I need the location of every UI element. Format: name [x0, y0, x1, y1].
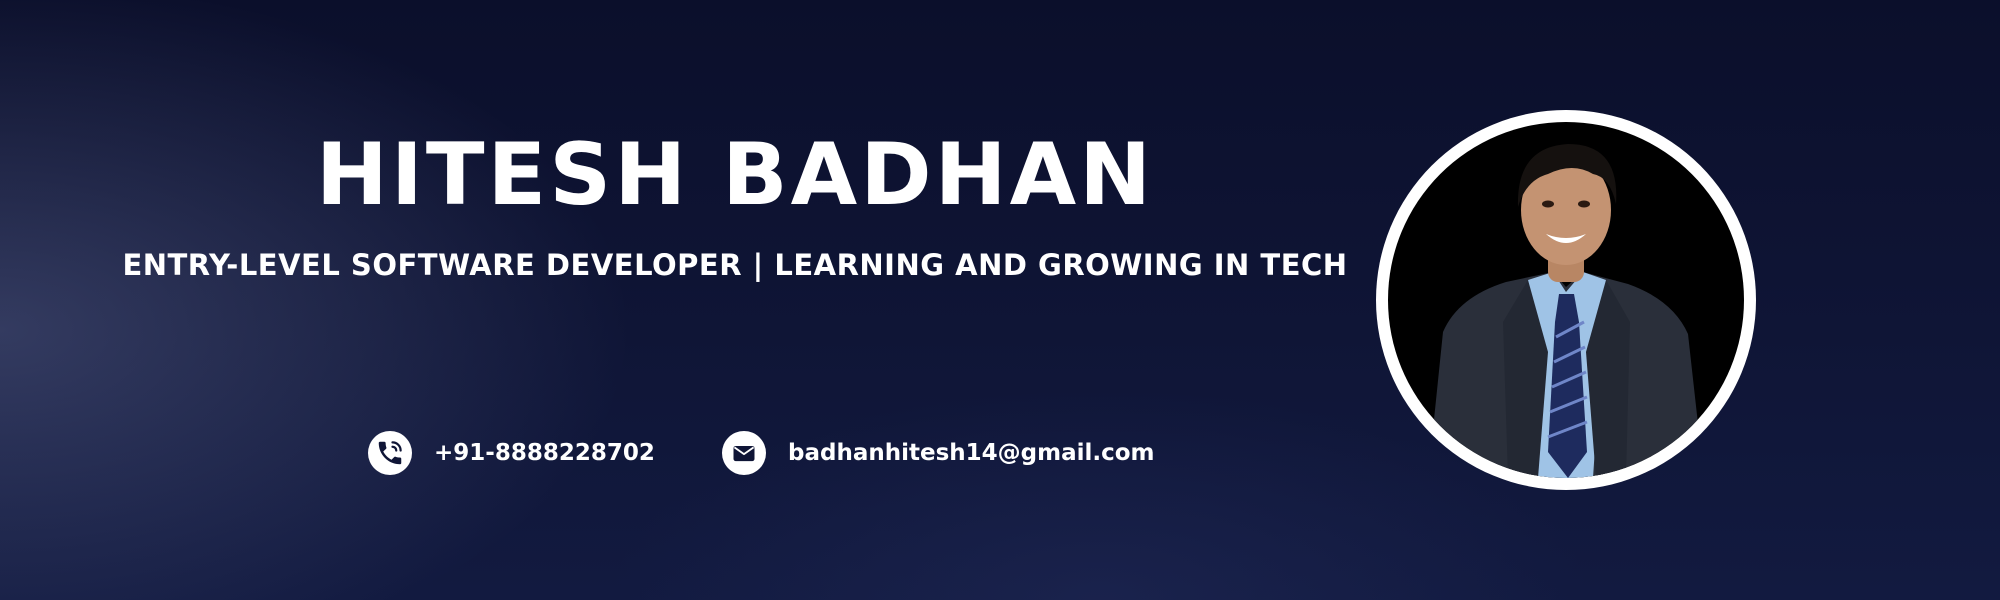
phone-icon: [368, 431, 412, 475]
email-contact[interactable]: badhanhitesh14@gmail.com: [722, 430, 1155, 476]
profile-photo-frame: [1376, 110, 1756, 490]
phone-number: +91-8888228702: [434, 440, 655, 466]
profile-banner: HITESH BADHAN ENTRY-LEVEL SOFTWARE DEVEL…: [0, 0, 2000, 600]
profile-name: HITESH BADHAN: [315, 125, 1155, 225]
email-address: badhanhitesh14@gmail.com: [788, 440, 1155, 466]
profile-photo: [1388, 122, 1744, 478]
mail-icon: [722, 431, 766, 475]
profile-tagline: ENTRY-LEVEL SOFTWARE DEVELOPER | LEARNIN…: [122, 248, 1348, 282]
phone-contact[interactable]: +91-8888228702: [368, 430, 655, 476]
